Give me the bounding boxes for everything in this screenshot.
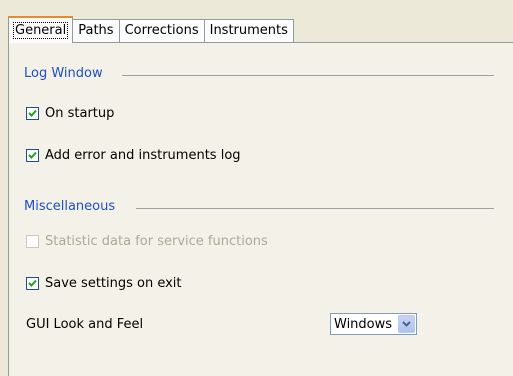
chevron-down-icon <box>402 321 411 327</box>
statistic-data-checkbox-row: Statistic data for service functions <box>26 234 268 249</box>
add-error-log-checkbox[interactable] <box>26 149 39 162</box>
miscellaneous-divider <box>136 208 494 209</box>
gui-look-and-feel-label: GUI Look and Feel <box>26 317 144 332</box>
checkmark-icon <box>28 109 37 117</box>
miscellaneous-heading: Miscellaneous <box>24 199 116 214</box>
log-window-heading: Log Window <box>24 66 103 81</box>
statistic-data-checkbox <box>26 235 39 248</box>
tab-corrections-label: Corrections <box>124 23 199 38</box>
on-startup-checkbox-row[interactable]: On startup <box>26 106 114 121</box>
tab-paths[interactable]: Paths <box>72 19 120 42</box>
statistic-data-label: Statistic data for service functions <box>45 234 268 249</box>
tab-instruments[interactable]: Instruments <box>203 19 294 42</box>
dropdown-button[interactable] <box>398 315 415 333</box>
save-settings-label: Save settings on exit <box>45 276 182 291</box>
add-error-log-label: Add error and instruments log <box>45 148 241 163</box>
save-settings-checkbox-row[interactable]: Save settings on exit <box>26 276 182 291</box>
tab-general-label: General <box>12 22 69 39</box>
look-and-feel-value: Windows <box>334 316 393 332</box>
on-startup-checkbox[interactable] <box>26 107 39 120</box>
log-window-divider <box>122 75 494 76</box>
on-startup-label: On startup <box>45 106 115 121</box>
save-settings-checkbox[interactable] <box>26 277 39 290</box>
tab-general[interactable]: General <box>8 16 74 43</box>
look-and-feel-select[interactable]: Windows <box>330 313 417 335</box>
tab-bar: General Paths Corrections Instruments <box>8 16 294 43</box>
add-error-log-checkbox-row[interactable]: Add error and instruments log <box>26 148 241 163</box>
tab-paths-label: Paths <box>78 23 114 38</box>
checkmark-icon <box>28 279 37 287</box>
tab-instruments-label: Instruments <box>209 23 288 38</box>
tab-corrections[interactable]: Corrections <box>118 19 205 42</box>
checkmark-icon <box>28 151 37 159</box>
